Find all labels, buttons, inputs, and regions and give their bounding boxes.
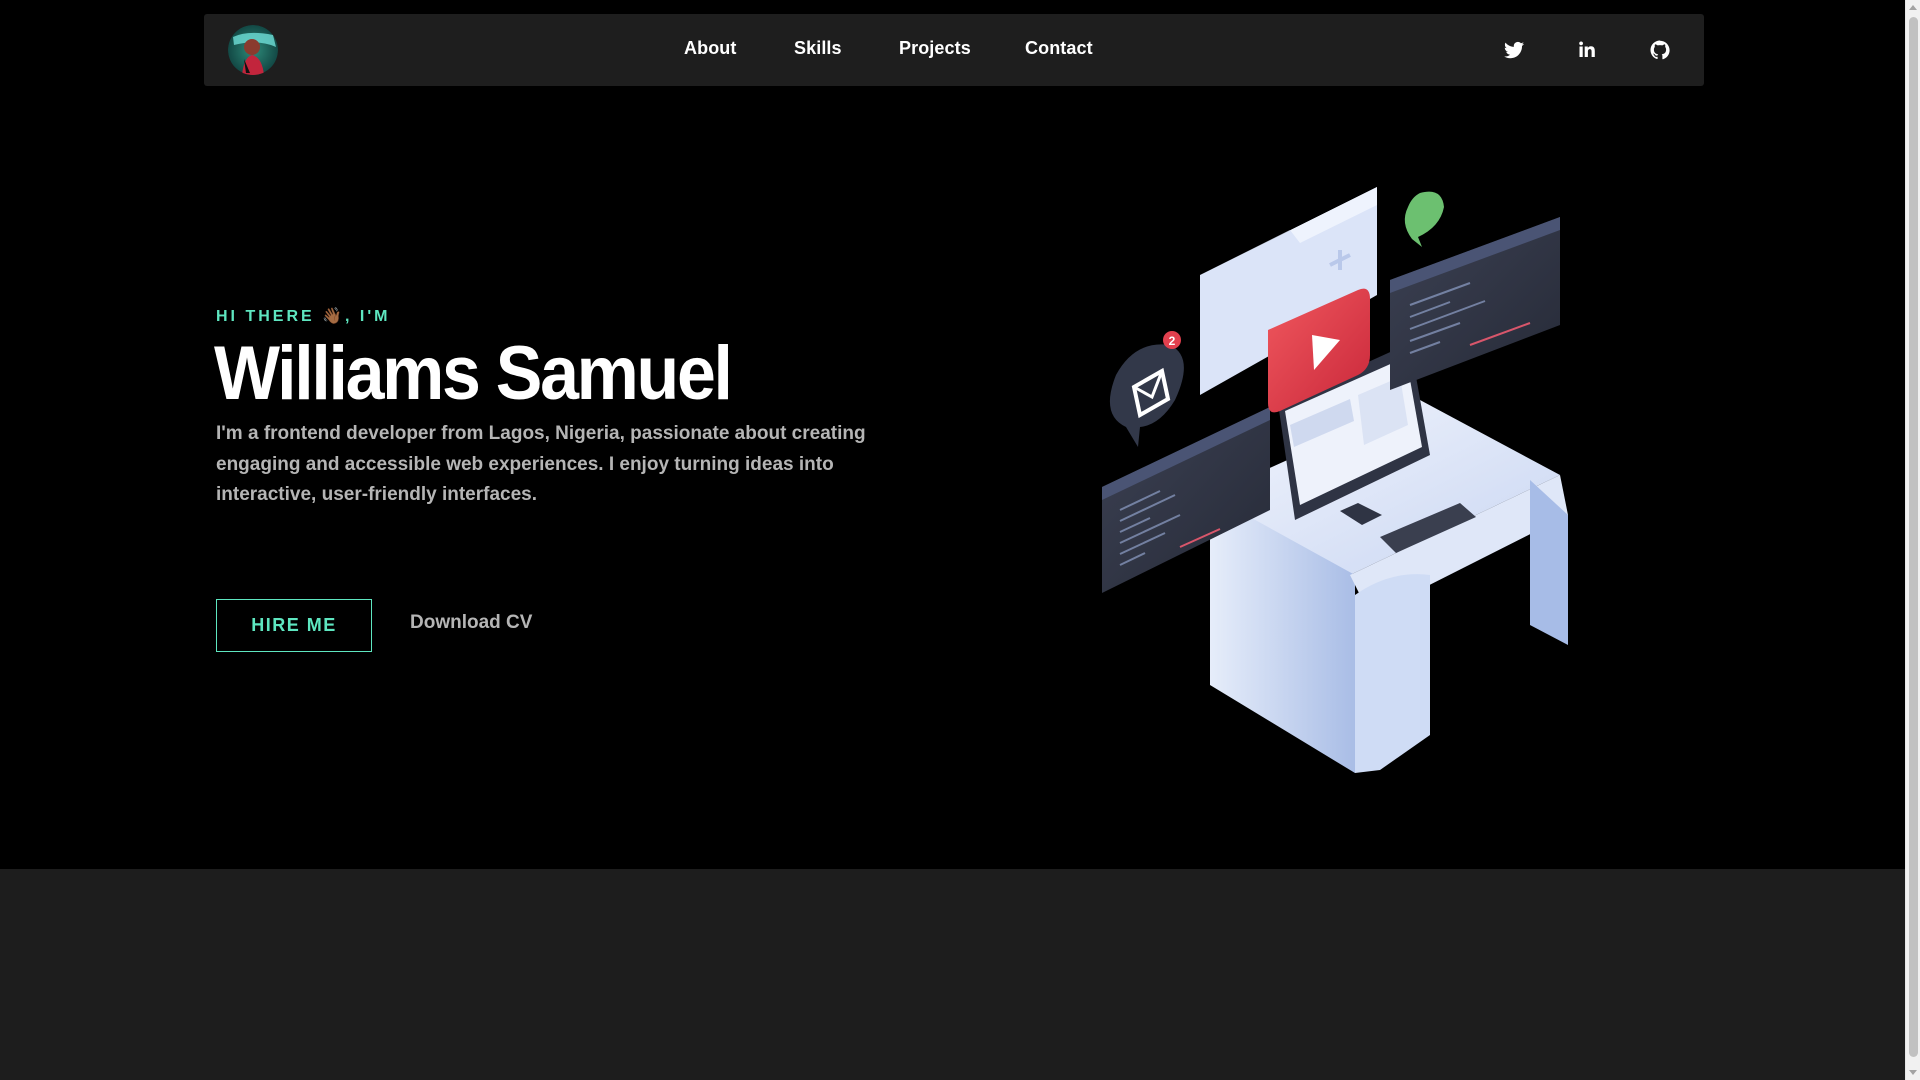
chat-bubble-icon [1404, 191, 1444, 247]
navbar: About Skills Projects Contact [204, 14, 1704, 86]
github-icon[interactable] [1648, 38, 1672, 62]
code-panel-right [1390, 217, 1560, 390]
nav-links: About Skills Projects Contact [204, 14, 1704, 86]
scrollbar[interactable] [1905, 0, 1920, 1080]
nav-link-skills[interactable]: Skills [794, 38, 842, 59]
hero-greeting: HI THERE 👋🏾, I'M [216, 308, 391, 325]
page: About Skills Projects Contact HI THERE 👋… [0, 0, 1905, 1080]
hero-bio: I'm a frontend developer from Lagos, Nig… [216, 423, 866, 505]
scroll-up-icon[interactable] [1909, 5, 1917, 10]
hero-name: Williams Samuel [214, 331, 733, 416]
hire-me-button[interactable]: HIRE ME [216, 599, 372, 652]
next-section [0, 869, 1905, 1080]
scroll-down-icon[interactable] [1909, 1070, 1917, 1075]
download-cv-link[interactable]: Download CV [410, 612, 532, 634]
linkedin-icon[interactable] [1575, 38, 1599, 62]
nav-link-projects[interactable]: Projects [899, 38, 971, 59]
scroll-thumb[interactable] [1909, 17, 1918, 1057]
notification-badge: 2 [1169, 334, 1176, 348]
nav-link-contact[interactable]: Contact [1025, 38, 1093, 59]
nav-link-about[interactable]: About [684, 38, 736, 59]
mail-icon: 2 [1109, 331, 1184, 447]
twitter-icon[interactable] [1502, 38, 1526, 62]
hero-illustration: 2 [1090, 175, 1595, 775]
